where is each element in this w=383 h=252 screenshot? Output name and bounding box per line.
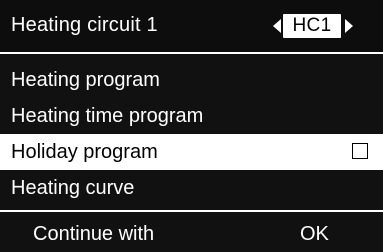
menu-item-holiday-program[interactable]: Holiday program: [0, 134, 383, 170]
menu-item-label: Holiday program: [11, 141, 158, 163]
ok-button[interactable]: OK: [300, 212, 329, 252]
triangle-left-icon[interactable]: [273, 19, 281, 33]
header-divider: [0, 52, 383, 54]
holiday-program-checkbox[interactable]: [352, 143, 368, 159]
continue-with-label: Continue with: [33, 223, 155, 245]
controller-display: Heating circuit 1 HC1 Heating program He…: [0, 0, 383, 252]
page-title: Heating circuit 1: [11, 14, 158, 36]
footer-bar: Continue with OK: [0, 212, 383, 252]
menu-item-heating-curve[interactable]: Heating curve: [0, 170, 383, 206]
triangle-right-icon[interactable]: [345, 19, 353, 33]
menu-item-heating-time-program[interactable]: Heating time program: [0, 98, 383, 134]
menu-item-label: Heating program: [11, 69, 160, 91]
menu-item-heating-program[interactable]: Heating program: [0, 62, 383, 98]
header-bar: Heating circuit 1 HC1: [0, 0, 383, 52]
heating-circuit-selector[interactable]: HC1: [270, 14, 356, 38]
menu-item-label: Heating curve: [11, 177, 135, 199]
circuit-badge: HC1: [283, 14, 341, 38]
menu-list: Heating program Heating time program Hol…: [0, 62, 383, 206]
menu-item-label: Heating time program: [11, 105, 204, 127]
